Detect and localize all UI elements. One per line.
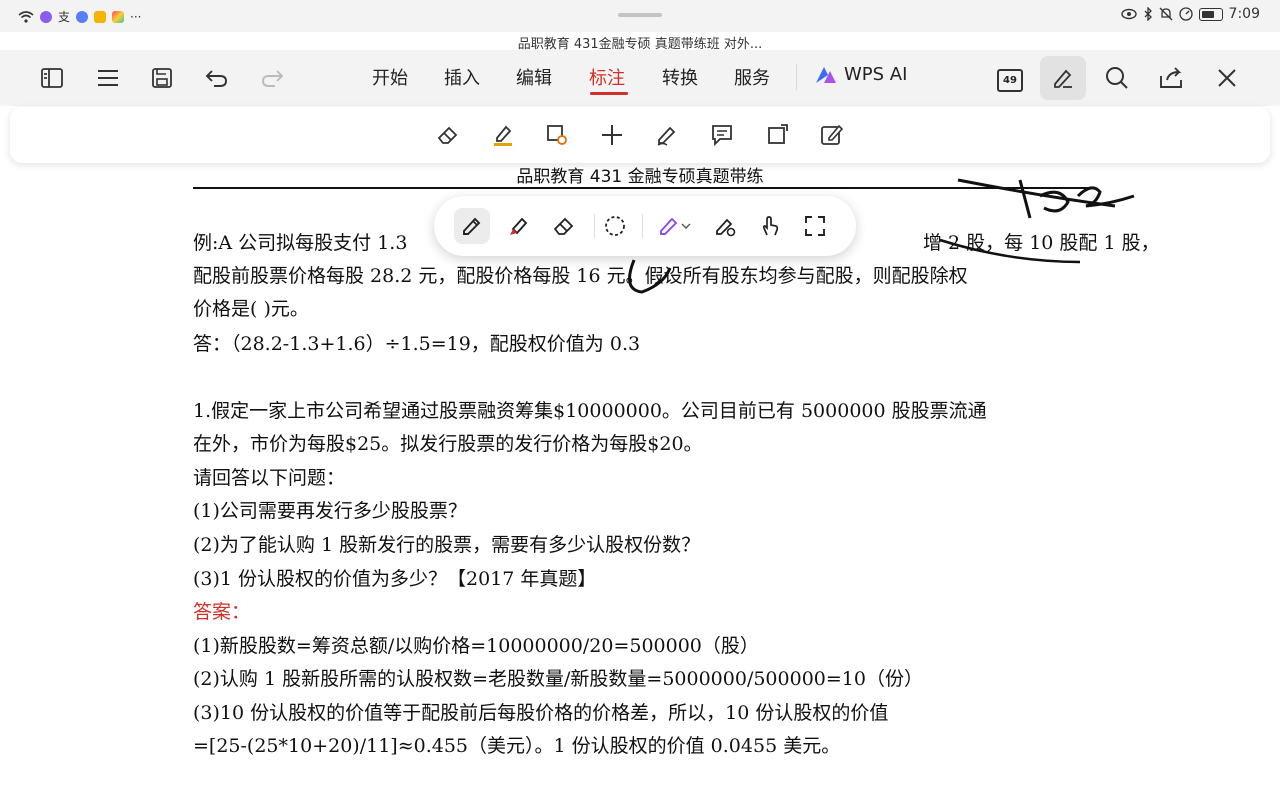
tab-services[interactable]: 服务 [734,64,770,90]
page-count-badge[interactable]: 49 [997,69,1023,92]
pen-tool-icon[interactable] [454,208,490,244]
gallery-icon [112,10,125,23]
status-time: 7:09 [1228,6,1260,22]
palette-divider [594,214,595,238]
doc-line: (2)为了能认购 1 股新发行的股票，需要有多少认股权份数？ [193,534,701,556]
app-icon-yellow [94,10,107,23]
redo-icon[interactable] [258,64,286,92]
toolbar-divider [796,64,797,90]
fullscreen-icon[interactable] [797,208,833,244]
bluetooth-icon [1144,7,1152,21]
app-icon-purple [40,10,52,23]
touch-gesture-icon[interactable] [752,208,788,244]
tab-start[interactable]: 开始 [372,64,408,90]
doc-line: 价格是( )元。 [193,298,309,320]
doc-line: 例:A 公司拟每股支付 1.3 [193,232,408,254]
main-toolbar: 开始 插入 编辑 标注 转换 服务 WPS AI [0,50,1280,106]
doc-line: (1)新股股数=筹资总额/以购价格=10000000/20=500000（股） [193,635,759,657]
edit-text-icon[interactable] [818,121,846,149]
doc-line: (2)认购 1 股新股所需的认股权数=老股数量/新股数量=5000000/500… [193,668,923,690]
annotation-subtoolbar [10,107,1270,163]
header-rule [193,187,1091,189]
wps-ai-label: WPS AI [844,64,908,85]
purple-pen-icon [660,217,678,235]
highlighter-tool-icon[interactable] [489,121,517,149]
annotate-pen-icon[interactable] [1049,64,1077,92]
battery-icon [1198,7,1223,21]
status-left-icons: 支 ··· [18,8,141,25]
doc-line: (3)1 份认股权的价值为多少？【2017 年真题】 [193,568,597,590]
shape-annotation-icon[interactable] [543,121,571,149]
window-drag-handle[interactable] [618,13,662,17]
speed-icon [1178,7,1193,21]
active-tab-indicator [590,92,628,95]
doc-line: 请回答以下问题： [193,467,346,489]
doc-line: =[25-(25*10+20)/11]≈0.455（美元）。1 份认股权的价值 … [193,735,841,757]
pen-color-dropdown[interactable] [649,208,699,244]
tab-edit[interactable]: 编辑 [516,64,552,90]
answer-heading: 答案： [193,601,251,623]
page-header: 品职教育 431 金融专硕真题带练 [516,167,764,187]
menu-icon[interactable] [94,64,122,92]
eye-icon [1120,8,1137,20]
status-bar: 支 ··· 7:09 [0,0,1280,32]
doc-line: 1.假定一家上市公司希望通过股票融资筹集$10000000。公司目前已有 500… [193,400,987,422]
doc-line: 在外，市价为每股$25。拟发行股票的发行价格为每股$20。 [193,433,703,455]
doc-line: (3)10 份认股权的价值等于配股前后每股价格的价格差，所以，10 份认股权的价… [193,702,889,724]
doc-line: 增 2 股，每 10 股配 1 股， [923,232,1160,254]
doc-line: (1)公司需要再发行多少股股票？ [193,500,467,522]
tab-annotate[interactable]: 标注 [589,64,625,90]
add-icon[interactable] [598,121,626,149]
wps-ai-button[interactable]: WPS AI [814,64,907,85]
search-icon[interactable] [1103,64,1131,92]
eraser-tool-icon[interactable] [434,121,462,149]
palette-divider [642,214,643,238]
signature-pen-icon[interactable] [653,121,681,149]
tab-insert[interactable]: 插入 [444,64,480,90]
crop-icon[interactable] [763,121,791,149]
doc-line: 配股前股票价格每股 28.2 元，配股价格每股 16 元。假设所有股东均参与配股… [193,265,968,287]
alipay-icon: 支 [58,10,71,24]
marker-tool-icon[interactable] [500,208,536,244]
status-right-icons: 7:09 [1120,6,1260,22]
doc-line: 答：（28.2-1.3+1.6）÷1.5=19，配股权价值为 0.3 [193,333,641,355]
undo-icon[interactable] [203,64,231,92]
more-dots-icon: ··· [130,9,142,24]
pen-settings-icon[interactable] [707,208,743,244]
wps-ai-logo-icon [816,66,836,83]
share-icon[interactable] [1158,64,1186,92]
chevron-down-icon [681,223,691,229]
tab-convert[interactable]: 转换 [662,64,698,90]
mute-bell-icon [1159,7,1173,21]
outline-panel-icon[interactable] [38,64,66,92]
lasso-select-icon[interactable] [597,208,633,244]
pen-tool-palette [434,196,856,256]
app-icon-blue [76,10,89,23]
close-icon[interactable] [1213,64,1241,92]
save-icon[interactable] [148,64,176,92]
wifi-icon [18,10,34,23]
eraser-tool-icon[interactable] [546,208,582,244]
comment-icon[interactable] [708,121,736,149]
